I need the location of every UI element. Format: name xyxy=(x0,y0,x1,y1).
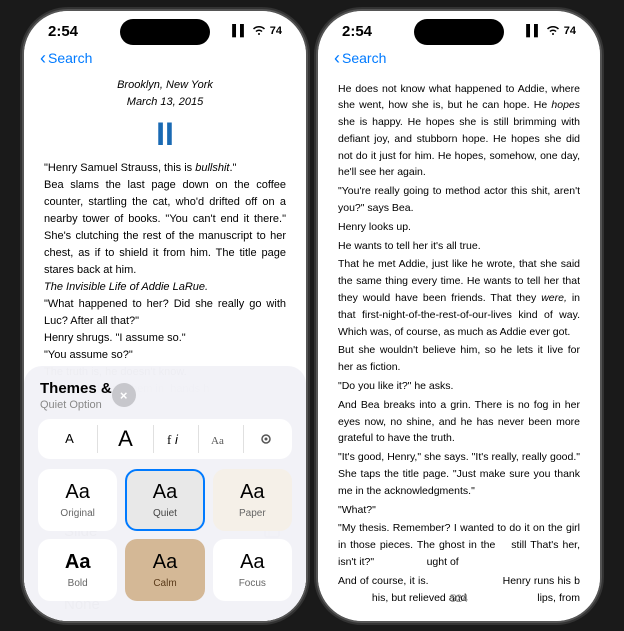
book-para-3: "What happened to her? Did she really go… xyxy=(44,296,286,330)
right-para-5: But she wouldn't believe him, so he lets… xyxy=(338,342,580,376)
theme-bold[interactable]: Aa Bold xyxy=(38,539,117,601)
right-para-10: "My thesis. Remember? I wanted to do it … xyxy=(338,520,580,570)
font-controls: A A fi Aa xyxy=(38,419,292,459)
phones-container: 2:54 ▌▌ 74 ‹ Search xyxy=(24,11,600,621)
theme-calm[interactable]: Aa Calm xyxy=(125,539,204,601)
theme-grid: Aa Original Aa Quiet Aa Paper Aa xyxy=(24,469,306,601)
signal-icon-left: ▌▌ xyxy=(232,25,248,37)
theme-bold-label: Bold xyxy=(68,578,88,589)
book-page-right: He does not know what happened to Addie,… xyxy=(318,77,600,607)
right-para-3: He wants to tell her it's all true. xyxy=(338,238,580,255)
font-divider-2 xyxy=(153,425,154,453)
themes-title: Themes & xyxy=(40,380,112,397)
theme-focus-sample: Aa xyxy=(240,551,264,574)
time-right: 2:54 xyxy=(342,23,372,40)
back-label-left: Search xyxy=(48,50,92,66)
themes-overlay: Themes & Quiet Option × A A fi xyxy=(24,366,306,621)
status-icons-left: ▌▌ 74 xyxy=(232,24,282,38)
right-para-6: "Do you like it?" he asks. xyxy=(338,378,580,395)
font-type-icon[interactable]: Aa xyxy=(207,429,235,449)
book-para-0: "Henry Samuel Strauss, this is bullshit.… xyxy=(44,160,286,177)
right-screen: 2:54 ▌▌ 74 ‹ Search xyxy=(318,11,600,621)
book-content-left: Brooklyn, New YorkMarch 13, 2015 II "Hen… xyxy=(24,77,306,399)
theme-paper-sample: Aa xyxy=(240,481,264,504)
book-para-1: Bea slams the last page down on the coff… xyxy=(44,177,286,279)
font-increase-button[interactable]: A xyxy=(106,426,145,452)
themes-close-button[interactable]: × xyxy=(112,383,136,407)
theme-paper-label: Paper xyxy=(239,508,266,519)
chevron-left-icon: ‹ xyxy=(40,48,46,69)
back-button-right[interactable]: ‹ Search xyxy=(334,48,386,69)
themes-header: Themes & Quiet Option × xyxy=(24,380,306,419)
right-para-1: "You're really going to method actor thi… xyxy=(338,183,580,217)
right-para-9: "What?" xyxy=(338,502,580,519)
theme-quiet[interactable]: Aa Quiet xyxy=(125,469,204,531)
right-para-2: Henry looks up. xyxy=(338,219,580,236)
theme-focus[interactable]: Aa Focus xyxy=(213,539,292,601)
battery-icon-right: 74 xyxy=(564,25,576,37)
chapter-number: II xyxy=(44,117,286,152)
right-para-7: And Bea breaks into a grin. There is no … xyxy=(338,397,580,447)
right-para-0: He does not know what happened to Addie,… xyxy=(338,81,580,182)
dynamic-island-right xyxy=(414,19,504,45)
time-left: 2:54 xyxy=(48,23,78,40)
theme-paper[interactable]: Aa Paper xyxy=(213,469,292,531)
right-para-8: "It's good, Henry," she says. "It's real… xyxy=(338,449,580,499)
theme-focus-label: Focus xyxy=(239,578,266,589)
theme-quiet-sample: Aa xyxy=(153,481,177,504)
book-para-2: The Invisible Life of Addie LaRue. xyxy=(44,279,286,296)
theme-original-label: Original xyxy=(60,508,94,519)
quiet-option-label: Quiet Option xyxy=(40,399,112,411)
theme-original[interactable]: Aa Original xyxy=(38,469,117,531)
font-divider-1 xyxy=(97,425,98,453)
theme-calm-label: Calm xyxy=(153,578,176,589)
left-screen: 2:54 ▌▌ 74 ‹ Search xyxy=(24,11,306,621)
page-number: 524 xyxy=(318,593,600,605)
left-phone: 2:54 ▌▌ 74 ‹ Search xyxy=(24,11,306,621)
chevron-right-icon: ‹ xyxy=(334,48,340,69)
book-para-5: "You assume so?" xyxy=(44,347,286,364)
signal-icon-right: ▌▌ xyxy=(526,25,542,37)
wifi-icon-left xyxy=(252,24,266,38)
back-label-right: Search xyxy=(342,50,386,66)
right-para-4: That he met Addie, just like he wrote, t… xyxy=(338,256,580,340)
svg-text:f: f xyxy=(167,432,172,447)
nav-bar-right[interactable]: ‹ Search xyxy=(318,44,600,77)
theme-quiet-label: Quiet xyxy=(153,508,177,519)
book-location: Brooklyn, New YorkMarch 13, 2015 xyxy=(44,77,286,111)
nav-bar-left[interactable]: ‹ Search xyxy=(24,44,306,77)
right-phone: 2:54 ▌▌ 74 ‹ Search xyxy=(318,11,600,621)
font-style-icon[interactable]: fi xyxy=(162,429,190,449)
status-icons-right: ▌▌ 74 xyxy=(526,24,576,38)
themes-title-area: Themes & Quiet Option xyxy=(40,380,112,411)
dynamic-island-left xyxy=(120,19,210,45)
wifi-icon-right xyxy=(546,24,560,38)
theme-calm-sample: Aa xyxy=(153,551,177,574)
brightness-icon[interactable] xyxy=(252,429,280,449)
theme-bold-sample: Aa xyxy=(65,551,91,574)
font-divider-3 xyxy=(198,425,199,453)
theme-original-sample: Aa xyxy=(65,481,89,504)
font-decrease-button[interactable]: A xyxy=(50,431,89,446)
back-button-left[interactable]: ‹ Search xyxy=(40,48,92,69)
font-divider-4 xyxy=(243,425,244,453)
animation-panel: Slide ✓ Curl None xyxy=(24,500,306,621)
book-para-4: Henry shrugs. "I assume so." xyxy=(44,330,286,347)
svg-text:Aa: Aa xyxy=(211,435,224,447)
svg-text:i: i xyxy=(175,432,179,447)
battery-icon-left: 74 xyxy=(270,25,282,37)
